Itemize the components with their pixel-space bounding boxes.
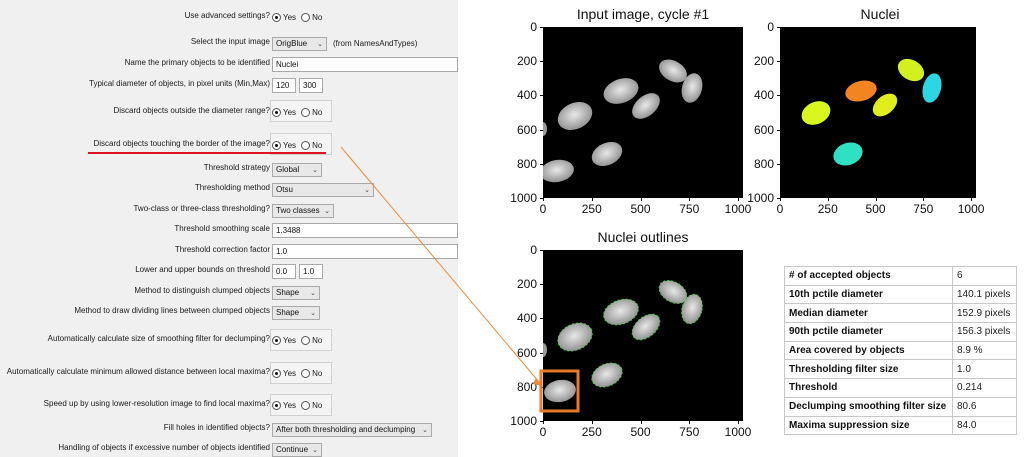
stats-row: # of accepted objects 6	[784, 266, 1017, 286]
stats-key: Declumping smoothing filter size	[784, 396, 953, 417]
stats-value: 8.9 %	[952, 340, 1017, 361]
stats-value: 1.0	[952, 359, 1017, 380]
stats-row: Declumping smoothing filter size 80.6	[784, 396, 1017, 417]
stats-value: 80.6	[952, 396, 1017, 417]
stats-row: 90th pctile diameter 156.3 pixels	[784, 322, 1017, 342]
stats-row: Median diameter 152.9 pixels	[784, 303, 1017, 324]
stats-row: Threshold 0.214	[784, 378, 1017, 398]
stats-key: 10th pctile diameter	[784, 284, 953, 305]
stats-key: Thresholding filter size	[784, 359, 953, 380]
stats-value: 6	[952, 266, 1017, 286]
stats-row: 10th pctile diameter 140.1 pixels	[784, 284, 1017, 305]
stats-value: 140.1 pixels	[952, 284, 1017, 305]
stats-key: # of accepted objects	[784, 266, 953, 286]
stats-key: 90th pctile diameter	[784, 322, 953, 342]
stats-value: 156.3 pixels	[952, 322, 1017, 342]
stats-row: Area covered by objects 8.9 %	[784, 340, 1017, 361]
stats-table: # of accepted objects 6 10th pctile diamet…	[784, 266, 1017, 436]
stats-key: Threshold	[784, 378, 953, 398]
stats-value: 84.0	[952, 415, 1017, 436]
stats-key: Median diameter	[784, 303, 953, 324]
stats-row: Maxima suppression size 84.0	[784, 415, 1017, 436]
stats-key: Area covered by objects	[784, 340, 953, 361]
stats-value: 152.9 pixels	[952, 303, 1017, 324]
stats-value: 0.214	[952, 378, 1017, 398]
highlight-box	[539, 369, 580, 413]
annotation-arrow	[340, 146, 540, 383]
stats-key: Maxima suppression size	[784, 415, 953, 436]
stats-row: Thresholding filter size 1.0	[784, 359, 1017, 380]
